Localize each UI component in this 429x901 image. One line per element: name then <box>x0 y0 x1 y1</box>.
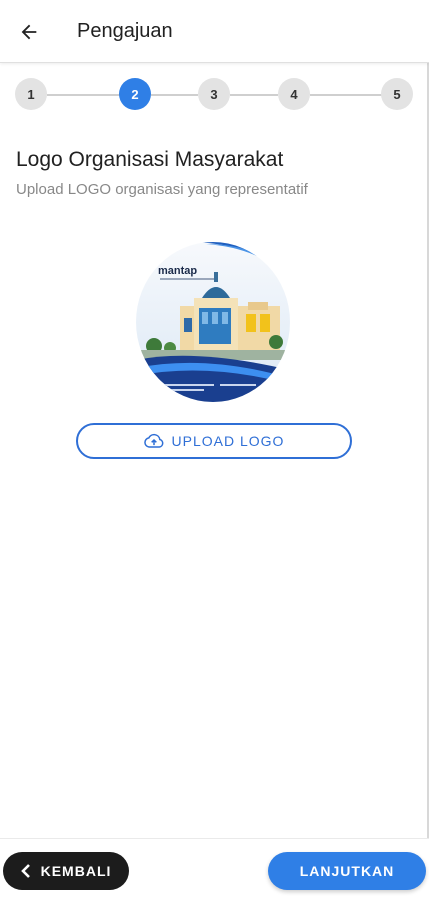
back-step-label: KEMBALI <box>40 863 112 879</box>
back-step-button[interactable]: KEMBALI <box>3 852 129 890</box>
cloud-upload-icon <box>143 433 163 448</box>
next-step-button[interactable]: LANJUTKAN <box>268 852 426 890</box>
logo-preview-image: mantap <box>136 242 290 402</box>
step-connector <box>230 94 278 96</box>
step-4[interactable]: 4 <box>278 78 310 110</box>
step-5[interactable]: 5 <box>381 78 413 110</box>
page-title: Pengajuan <box>77 20 173 42</box>
arrow-left-icon <box>21 24 37 40</box>
app-bar: Pengajuan <box>0 0 429 63</box>
upload-logo-label: UPLOAD LOGO <box>171 433 285 449</box>
step-2[interactable]: 2 <box>119 78 151 110</box>
chevron-left-icon <box>20 864 30 878</box>
section-subtitle: Upload LOGO organisasi yang representati… <box>16 181 308 198</box>
step-connector <box>151 94 198 96</box>
step-connector <box>310 94 382 96</box>
logo-brand-text: mantap <box>158 265 197 277</box>
stepper: 1 2 3 4 5 <box>0 78 429 112</box>
upload-logo-button[interactable]: UPLOAD LOGO <box>76 423 352 459</box>
section-title: Logo Organisasi Masyarakat <box>16 148 284 171</box>
step-3[interactable]: 3 <box>198 78 230 110</box>
next-step-label: LANJUTKAN <box>299 863 395 879</box>
step-connector <box>47 94 120 96</box>
step-1[interactable]: 1 <box>15 78 47 110</box>
back-button[interactable] <box>14 17 44 47</box>
